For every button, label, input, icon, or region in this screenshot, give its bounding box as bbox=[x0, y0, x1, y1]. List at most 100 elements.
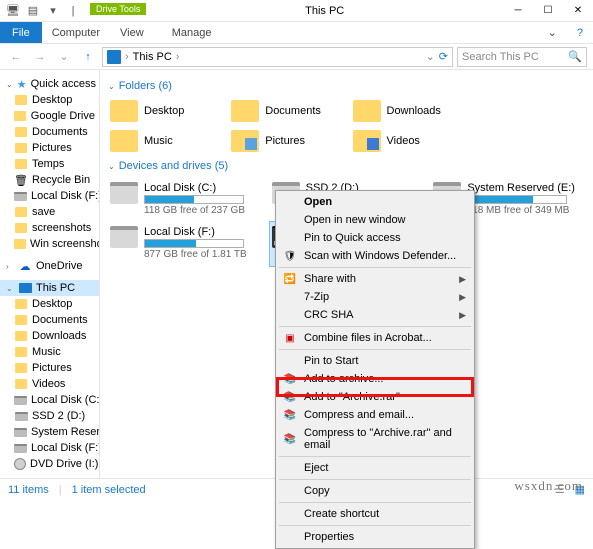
search-box[interactable]: Search This PC 🔍 bbox=[457, 47, 587, 67]
pc-dvd-drive-i[interactable]: DVD Drive (I:) Polish bbox=[0, 456, 99, 472]
ctx-compress-rar-email[interactable]: 📚Compress to "Archive.rar" and email bbox=[278, 424, 472, 454]
qa-desktop[interactable]: Desktop bbox=[0, 92, 99, 108]
breadcrumb-this-pc[interactable]: This PC bbox=[133, 51, 172, 63]
onedrive-node[interactable]: ›☁OneDrive bbox=[0, 258, 99, 274]
ctx-eject[interactable]: Eject bbox=[278, 459, 472, 477]
computer-tab[interactable]: Computer bbox=[42, 22, 110, 43]
winrar-icon: 📚 bbox=[282, 407, 298, 423]
ctx-open-new-window[interactable]: Open in new window bbox=[278, 211, 472, 229]
dvd-icon bbox=[14, 458, 26, 470]
ctx-open[interactable]: Open bbox=[278, 193, 472, 211]
drive-item[interactable]: Local Disk (C:) 118 GB free of 237 GB bbox=[108, 178, 262, 220]
qa-win-screenshots[interactable]: Win screenshots bbox=[0, 236, 99, 252]
qa-screenshots[interactable]: screenshots bbox=[0, 220, 99, 236]
navigation-bar: ← → ⌄ ↑ › This PC › ⌄ ⟳ Search This PC 🔍 bbox=[0, 44, 593, 70]
shield-icon: 🛡 bbox=[282, 248, 298, 264]
up-button[interactable]: ↑ bbox=[78, 47, 98, 67]
qa-google-drive[interactable]: Google Drive bbox=[0, 108, 99, 124]
breadcrumb-chevron-icon[interactable]: › bbox=[125, 51, 129, 63]
folder-icon bbox=[231, 100, 259, 122]
this-pc-icon bbox=[107, 50, 121, 64]
folder-pictures[interactable]: Pictures bbox=[229, 128, 342, 154]
file-tab[interactable]: File bbox=[0, 22, 42, 43]
manage-tab[interactable]: Manage bbox=[162, 22, 222, 43]
winrar-icon: 📚 bbox=[282, 431, 298, 447]
ctx-scan-defender[interactable]: 🛡Scan with Windows Defender... bbox=[278, 247, 472, 265]
ribbon-expand-icon[interactable]: ⌄ bbox=[538, 22, 567, 43]
help-icon[interactable]: ? bbox=[567, 22, 593, 43]
ctx-add-archive-rar[interactable]: 📚Add to "Archive.rar" bbox=[278, 388, 472, 406]
qa-recycle-bin[interactable]: 🗑Recycle Bin bbox=[0, 172, 99, 188]
close-button[interactable]: ✕ bbox=[563, 0, 593, 22]
chevron-down-icon: ⌄ bbox=[108, 82, 115, 91]
share-icon: 🔁 bbox=[282, 271, 298, 287]
ctx-combine-acrobat[interactable]: ▣Combine files in Acrobat... bbox=[278, 329, 472, 347]
ctx-pin-quick-access[interactable]: Pin to Quick access bbox=[278, 229, 472, 247]
ctx-compress-email[interactable]: 📚Compress and email... bbox=[278, 406, 472, 424]
folder-desktop[interactable]: Desktop bbox=[108, 98, 221, 124]
qa-temps[interactable]: Temps bbox=[0, 156, 99, 172]
pc-pictures[interactable]: Pictures bbox=[0, 360, 99, 376]
view-tab[interactable]: View bbox=[110, 22, 154, 43]
folder-videos[interactable]: Videos bbox=[351, 128, 464, 154]
quick-access-node[interactable]: ⌄★Quick access bbox=[0, 76, 99, 92]
usage-bar bbox=[144, 195, 244, 204]
status-item-count: 11 items bbox=[8, 484, 49, 496]
this-pc-node[interactable]: ⌄This PC bbox=[0, 280, 99, 296]
pc-local-disk-c[interactable]: Local Disk (C:) bbox=[0, 392, 99, 408]
ctx-create-shortcut[interactable]: Create shortcut bbox=[278, 505, 472, 523]
onedrive-icon: ☁ bbox=[18, 259, 32, 273]
ctx-separator bbox=[279, 479, 471, 480]
chevron-down-icon: ⌄ bbox=[108, 162, 115, 171]
qa-documents[interactable]: Documents bbox=[0, 124, 99, 140]
ctx-separator bbox=[279, 349, 471, 350]
folder-icon bbox=[110, 130, 138, 152]
watermark: wsxdn.com bbox=[514, 478, 583, 494]
address-dropdown-icon[interactable]: ⌄ bbox=[426, 50, 435, 63]
folder-documents[interactable]: Documents bbox=[229, 98, 342, 124]
ctx-7zip[interactable]: 7-Zip▶ bbox=[278, 288, 472, 306]
pc-documents[interactable]: Documents bbox=[0, 312, 99, 328]
address-bar[interactable]: › This PC › ⌄ ⟳ bbox=[102, 47, 453, 67]
ctx-add-archive[interactable]: 📚Add to archive... bbox=[278, 370, 472, 388]
drives-group-header[interactable]: ⌄Devices and drives (5) bbox=[108, 160, 585, 172]
drive-item[interactable]: Local Disk (F:) 877 GB free of 1.81 TB bbox=[108, 222, 262, 266]
ctx-separator bbox=[279, 502, 471, 503]
new-folder-icon[interactable]: ▾ bbox=[46, 4, 60, 18]
ctx-crc-sha[interactable]: CRC SHA▶ bbox=[278, 306, 472, 324]
pc-downloads[interactable]: Downloads bbox=[0, 328, 99, 344]
pc-desktop[interactable]: Desktop bbox=[0, 296, 99, 312]
qa-local-disk-f[interactable]: Local Disk (F:) bbox=[0, 188, 99, 204]
folder-music[interactable]: Music bbox=[108, 128, 221, 154]
ctx-copy[interactable]: Copy bbox=[278, 482, 472, 500]
folder-icon bbox=[353, 100, 381, 122]
submenu-arrow-icon: ▶ bbox=[459, 274, 466, 285]
ctx-share-with[interactable]: 🔁Share with▶ bbox=[278, 270, 472, 288]
refresh-icon[interactable]: ⟳ bbox=[439, 50, 448, 63]
pc-music[interactable]: Music bbox=[0, 344, 99, 360]
qa-pictures[interactable]: Pictures bbox=[0, 140, 99, 156]
acrobat-icon: ▣ bbox=[282, 330, 298, 346]
maximize-button[interactable]: ☐ bbox=[533, 0, 563, 22]
pc-local-disk-f[interactable]: Local Disk (F:) bbox=[0, 440, 99, 456]
minimize-button[interactable]: ─ bbox=[503, 0, 533, 22]
qa-save[interactable]: save bbox=[0, 204, 99, 220]
usage-bar bbox=[467, 195, 567, 204]
pc-ssd-2-d[interactable]: SSD 2 (D:) bbox=[0, 408, 99, 424]
folder-icon bbox=[353, 130, 381, 152]
forward-button[interactable]: → bbox=[30, 47, 50, 67]
hard-drive-icon bbox=[110, 182, 138, 204]
qat-separator: | bbox=[66, 4, 80, 18]
ctx-pin-start[interactable]: Pin to Start bbox=[278, 352, 472, 370]
folder-downloads[interactable]: Downloads bbox=[351, 98, 464, 124]
pc-system-reserved-e[interactable]: System Reserved (E:) bbox=[0, 424, 99, 440]
recent-dropdown[interactable]: ⌄ bbox=[54, 47, 74, 67]
ctx-properties[interactable]: Properties bbox=[278, 528, 472, 546]
breadcrumb-chevron-icon[interactable]: › bbox=[176, 51, 180, 63]
pc-videos[interactable]: Videos bbox=[0, 376, 99, 392]
back-button[interactable]: ← bbox=[6, 47, 26, 67]
folders-group-header[interactable]: ⌄Folders (6) bbox=[108, 80, 585, 92]
properties-icon[interactable]: ▤ bbox=[26, 4, 40, 18]
drive-name: Local Disk (F:) bbox=[144, 226, 247, 238]
winrar-icon: 📚 bbox=[282, 389, 298, 405]
